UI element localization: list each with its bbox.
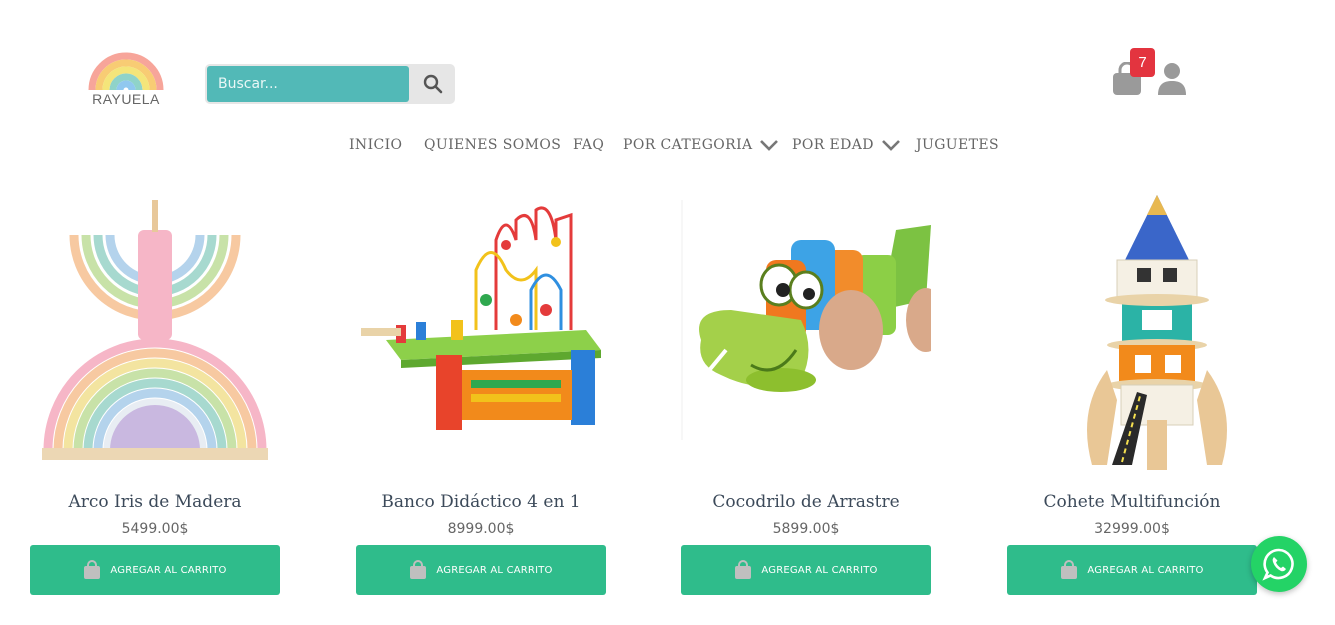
product-image-crocodile[interactable] bbox=[681, 180, 931, 480]
user-icon bbox=[1158, 63, 1186, 95]
product-card: Arco Iris de Madera 5499.00$ AGREGAR AL … bbox=[30, 180, 280, 600]
nav-item-quienes-somos[interactable]: QUIENES SOMOS bbox=[424, 134, 561, 156]
nav-item-label: FAQ bbox=[573, 137, 605, 153]
nav-item-inicio[interactable]: INICIO bbox=[349, 134, 402, 156]
cart-count-badge: 7 bbox=[1130, 48, 1155, 77]
add-to-cart-label: AGREGAR AL CARRITO bbox=[1087, 564, 1204, 576]
search-button[interactable] bbox=[411, 66, 455, 102]
product-price: 5499.00$ bbox=[121, 521, 189, 537]
search-box bbox=[205, 64, 455, 104]
add-to-cart-label: AGREGAR AL CARRITO bbox=[436, 564, 553, 576]
product-card: Cohete Multifunción 32999.00$ AGREGAR AL… bbox=[1007, 180, 1257, 600]
chevron-down-icon bbox=[760, 140, 779, 151]
shopping-bag-icon bbox=[410, 560, 427, 579]
product-price: 5899.00$ bbox=[772, 521, 840, 537]
nav-item-por-edad[interactable]: POR EDAD bbox=[792, 134, 901, 156]
nav-item-label: POR CATEGORIA bbox=[623, 137, 753, 153]
nav-item-faq[interactable]: FAQ bbox=[573, 134, 604, 156]
user-account-button[interactable] bbox=[1156, 62, 1188, 96]
add-to-cart-button[interactable]: AGREGAR AL CARRITO bbox=[30, 545, 280, 595]
add-to-cart-button[interactable]: AGREGAR AL CARRITO bbox=[1007, 545, 1257, 595]
rainbow-logo-icon bbox=[88, 52, 164, 91]
shopping-bag-icon bbox=[1061, 560, 1078, 579]
whatsapp-button[interactable] bbox=[1251, 536, 1307, 592]
product-name[interactable]: Arco Iris de Madera bbox=[30, 492, 280, 512]
add-to-cart-button[interactable]: AGREGAR AL CARRITO bbox=[356, 545, 606, 595]
product-name[interactable]: Banco Didáctico 4 en 1 bbox=[356, 492, 606, 512]
nav-item-por-categoria[interactable]: POR CATEGORIA bbox=[623, 134, 779, 156]
nav-item-label: JUGUETES bbox=[916, 137, 999, 153]
shopping-bag-icon bbox=[84, 560, 101, 579]
product-price: 8999.00$ bbox=[447, 521, 515, 537]
add-to-cart-label: AGREGAR AL CARRITO bbox=[110, 564, 227, 576]
product-card: Banco Didáctico 4 en 1 8999.00$ AGREGAR … bbox=[356, 180, 606, 600]
nav-item-juguetes[interactable]: JUGUETES bbox=[916, 134, 999, 156]
product-image-rainbow[interactable] bbox=[30, 180, 280, 480]
add-to-cart-label: AGREGAR AL CARRITO bbox=[761, 564, 878, 576]
nav-item-label: QUIENES SOMOS bbox=[424, 137, 562, 153]
whatsapp-icon bbox=[1262, 548, 1294, 581]
shopping-bag-icon bbox=[735, 560, 752, 579]
product-card: Cocodrilo de Arrastre 5899.00$ AGREGAR A… bbox=[681, 180, 931, 600]
product-image-activity-bench[interactable] bbox=[356, 180, 606, 480]
product-price: 32999.00$ bbox=[1094, 521, 1170, 537]
chevron-down-icon bbox=[881, 140, 900, 151]
search-icon bbox=[423, 74, 443, 94]
nav-item-label: INICIO bbox=[349, 137, 403, 153]
product-image-rocket[interactable] bbox=[1007, 180, 1257, 480]
logo-text: RAYUELA bbox=[92, 91, 160, 107]
add-to-cart-button[interactable]: AGREGAR AL CARRITO bbox=[681, 545, 931, 595]
logo[interactable]: RAYUELA bbox=[80, 40, 172, 112]
product-name[interactable]: Cohete Multifunción bbox=[1007, 492, 1257, 512]
product-name[interactable]: Cocodrilo de Arrastre bbox=[681, 492, 931, 512]
nav-item-label: POR EDAD bbox=[792, 137, 874, 153]
search-input[interactable] bbox=[207, 66, 409, 102]
